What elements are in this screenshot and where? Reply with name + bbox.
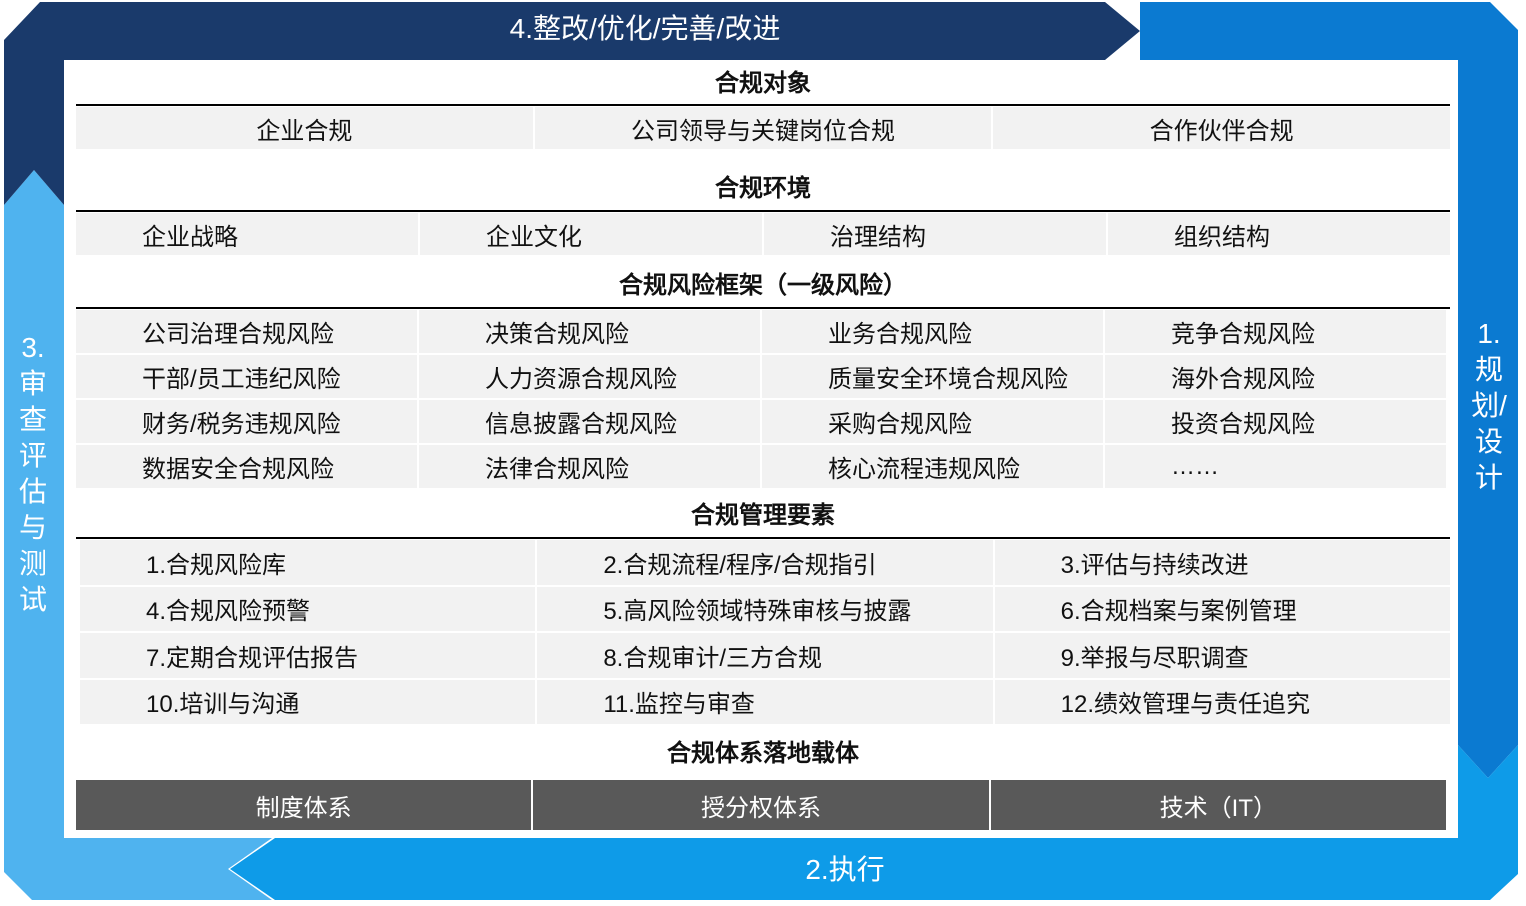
carrier-item: 技术（IT） <box>990 780 1446 830</box>
risk-item: 法律合规风险 <box>419 445 760 488</box>
object-item: 公司领导与关键岗位合规 <box>532 107 992 149</box>
content-panel: 合规对象 企业合规 公司领导与关键岗位合规 合作伙伴合规 合规环境 企业战略 企… <box>64 60 1458 838</box>
section-title-objects: 合规对象 <box>715 70 811 97</box>
risk-item: 投资合规风险 <box>1105 400 1446 443</box>
element-item: 7.定期合规评估报告 <box>80 633 536 678</box>
element-item: 3.评估与持续改进 <box>994 540 1450 585</box>
carrier-item: 授分权体系 <box>533 780 989 830</box>
risk-item: 质量安全环境合规风险 <box>762 355 1103 398</box>
cycle-label-review: 3. 审 查 评 估 与 测 试 <box>18 332 47 615</box>
risk-grid: 公司治理合规风险 决策合规风险 业务合规风险 竞争合规风险 干部/员工违纪风险 … <box>76 310 1446 488</box>
risk-item: 竞争合规风险 <box>1105 310 1446 353</box>
element-item: 1.合规风险库 <box>80 540 536 585</box>
section-rule <box>76 537 1450 539</box>
risk-item: 数据安全合规风险 <box>76 445 417 488</box>
element-item: 5.高风险领域特殊审核与披露 <box>537 586 993 631</box>
section-rule <box>76 307 1450 309</box>
environment-item: 企业文化 <box>418 213 762 255</box>
element-item: 8.合规审计/三方合规 <box>537 633 993 678</box>
section-title-risk: 合规风险框架（一级风险） <box>619 272 907 299</box>
element-item: 6.合规档案与案例管理 <box>994 586 1450 631</box>
element-item: 12.绩效管理与责任追究 <box>994 679 1450 724</box>
risk-item: 采购合规风险 <box>762 400 1103 443</box>
environment-item: 组织结构 <box>1106 213 1450 255</box>
element-item: 4.合规风险预警 <box>80 586 536 631</box>
carrier-row: 制度体系 授分权体系 技术（IT） <box>76 780 1446 830</box>
carrier-item: 制度体系 <box>76 780 532 830</box>
section-title-environment: 合规环境 <box>715 175 811 202</box>
section-title-carrier: 合规体系落地载体 <box>667 740 859 767</box>
risk-item: 干部/员工违纪风险 <box>76 355 417 398</box>
cycle-label-rectify: 4.整改/优化/完善/改进 <box>509 13 781 44</box>
element-item: 9.举报与尽职调查 <box>994 633 1450 678</box>
risk-item: 信息披露合规风险 <box>419 400 760 443</box>
object-item: 企业合规 <box>256 117 353 145</box>
object-item: 合作伙伴合规 <box>991 107 1450 149</box>
risk-item: 核心流程违规风险 <box>762 445 1103 488</box>
environment-item: 企业战略 <box>142 223 238 251</box>
element-item: 2.合规流程/程序/合规指引 <box>537 540 993 585</box>
element-item: 11.监控与审查 <box>537 679 993 724</box>
risk-item: 财务/税务违规风险 <box>76 400 417 443</box>
section-rule <box>76 210 1450 212</box>
risk-item: 决策合规风险 <box>419 310 760 353</box>
section-title-elements: 合规管理要素 <box>691 502 835 529</box>
risk-item: 业务合规风险 <box>762 310 1103 353</box>
cycle-label-plan: 1. 规 划/ 设 计 <box>1471 318 1507 493</box>
risk-item: 海外合规风险 <box>1105 355 1446 398</box>
section-rule <box>76 104 1450 106</box>
environment-row: 企业战略 企业文化 治理结构 组织结构 <box>76 213 1450 255</box>
element-item: 10.培训与沟通 <box>80 679 536 724</box>
risk-item: …… <box>1105 445 1446 488</box>
objects-row: 企业合规 公司领导与关键岗位合规 合作伙伴合规 <box>76 107 1450 149</box>
risk-item: 人力资源合规风险 <box>419 355 760 398</box>
risk-item: 公司治理合规风险 <box>76 310 417 353</box>
elements-grid: 1.合规风险库 2.合规流程/程序/合规指引 3.评估与持续改进 4.合规风险预… <box>80 540 1450 724</box>
cycle-label-execute: 2.执行 <box>805 854 885 885</box>
environment-item: 治理结构 <box>762 213 1106 255</box>
